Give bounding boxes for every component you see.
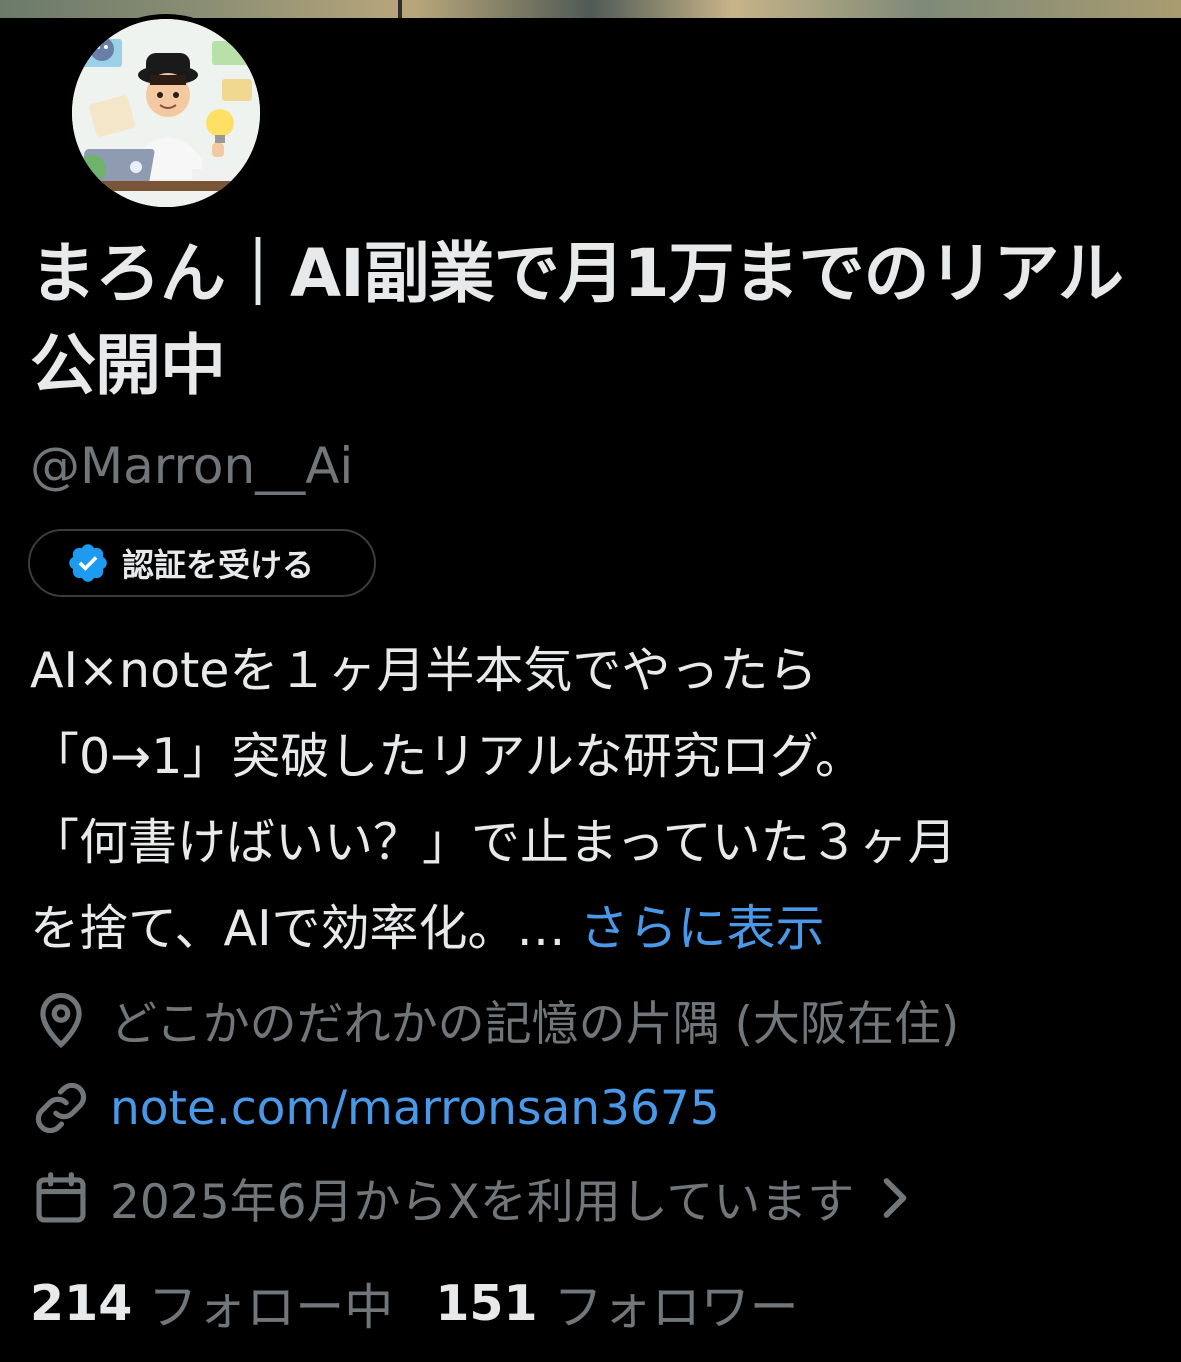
website-link[interactable]: note.com/marronsan3675 [110, 1081, 720, 1136]
link-icon [30, 1077, 92, 1139]
show-more-link[interactable]: さらに表示 [580, 900, 825, 957]
verified-badge-icon [66, 541, 110, 585]
bio-line-last: を捨て、AIで効率化。… さらに表示 [30, 886, 1150, 972]
joined-row[interactable]: 2025年6月からXを利用しています [30, 1163, 912, 1232]
follow-stats: 214 フォロー中 151 フォロワー [30, 1268, 799, 1339]
followers-label: フォロワー [553, 1279, 799, 1336]
website-row: note.com/marronsan3675 [30, 1077, 720, 1139]
bio-line-text: を捨て、AIで効率化。… [30, 900, 566, 957]
bio-line: 「何書けばいい？」で止まっていた３ヶ月 [30, 814, 957, 871]
location-text: どこかのだれかの記憶の片隅 (大阪在住) [110, 997, 960, 1052]
username-handle: @Marron__Ai [30, 437, 354, 495]
get-verified-label: 認証を受ける [122, 546, 315, 584]
joined-text: 2025年6月からXを利用しています [110, 1175, 855, 1230]
followers-count: 151 [435, 1275, 538, 1332]
profile-bio: AI×noteを１ヶ月半本気でやったら 「0→1」突破したリアルな研究ログ。 「… [30, 628, 1150, 972]
get-verified-button[interactable]: 認証を受ける [28, 529, 376, 597]
location-pin-icon [30, 989, 92, 1051]
calendar-icon [30, 1167, 92, 1229]
chevron-right-icon [878, 1175, 912, 1221]
profile-avatar[interactable] [67, 14, 265, 212]
display-name: まろん｜AI副業で月1万までのリアル公開中 [30, 235, 1124, 404]
location-row: どこかのだれかの記憶の片隅 (大阪在住) [30, 985, 959, 1054]
banner-divider [398, 0, 402, 18]
avatar-image [72, 19, 260, 207]
bio-line: 「0→1」突破したリアルな研究ログ。 [30, 728, 864, 785]
followers-stat[interactable]: 151 フォロワー [435, 1268, 798, 1339]
bio-line: AI×noteを１ヶ月半本気でやったら [30, 642, 818, 699]
avatar-illustration [72, 19, 260, 207]
following-label: フォロー中 [148, 1279, 394, 1336]
following-stat[interactable]: 214 フォロー中 [30, 1268, 393, 1339]
following-count: 214 [30, 1275, 133, 1332]
